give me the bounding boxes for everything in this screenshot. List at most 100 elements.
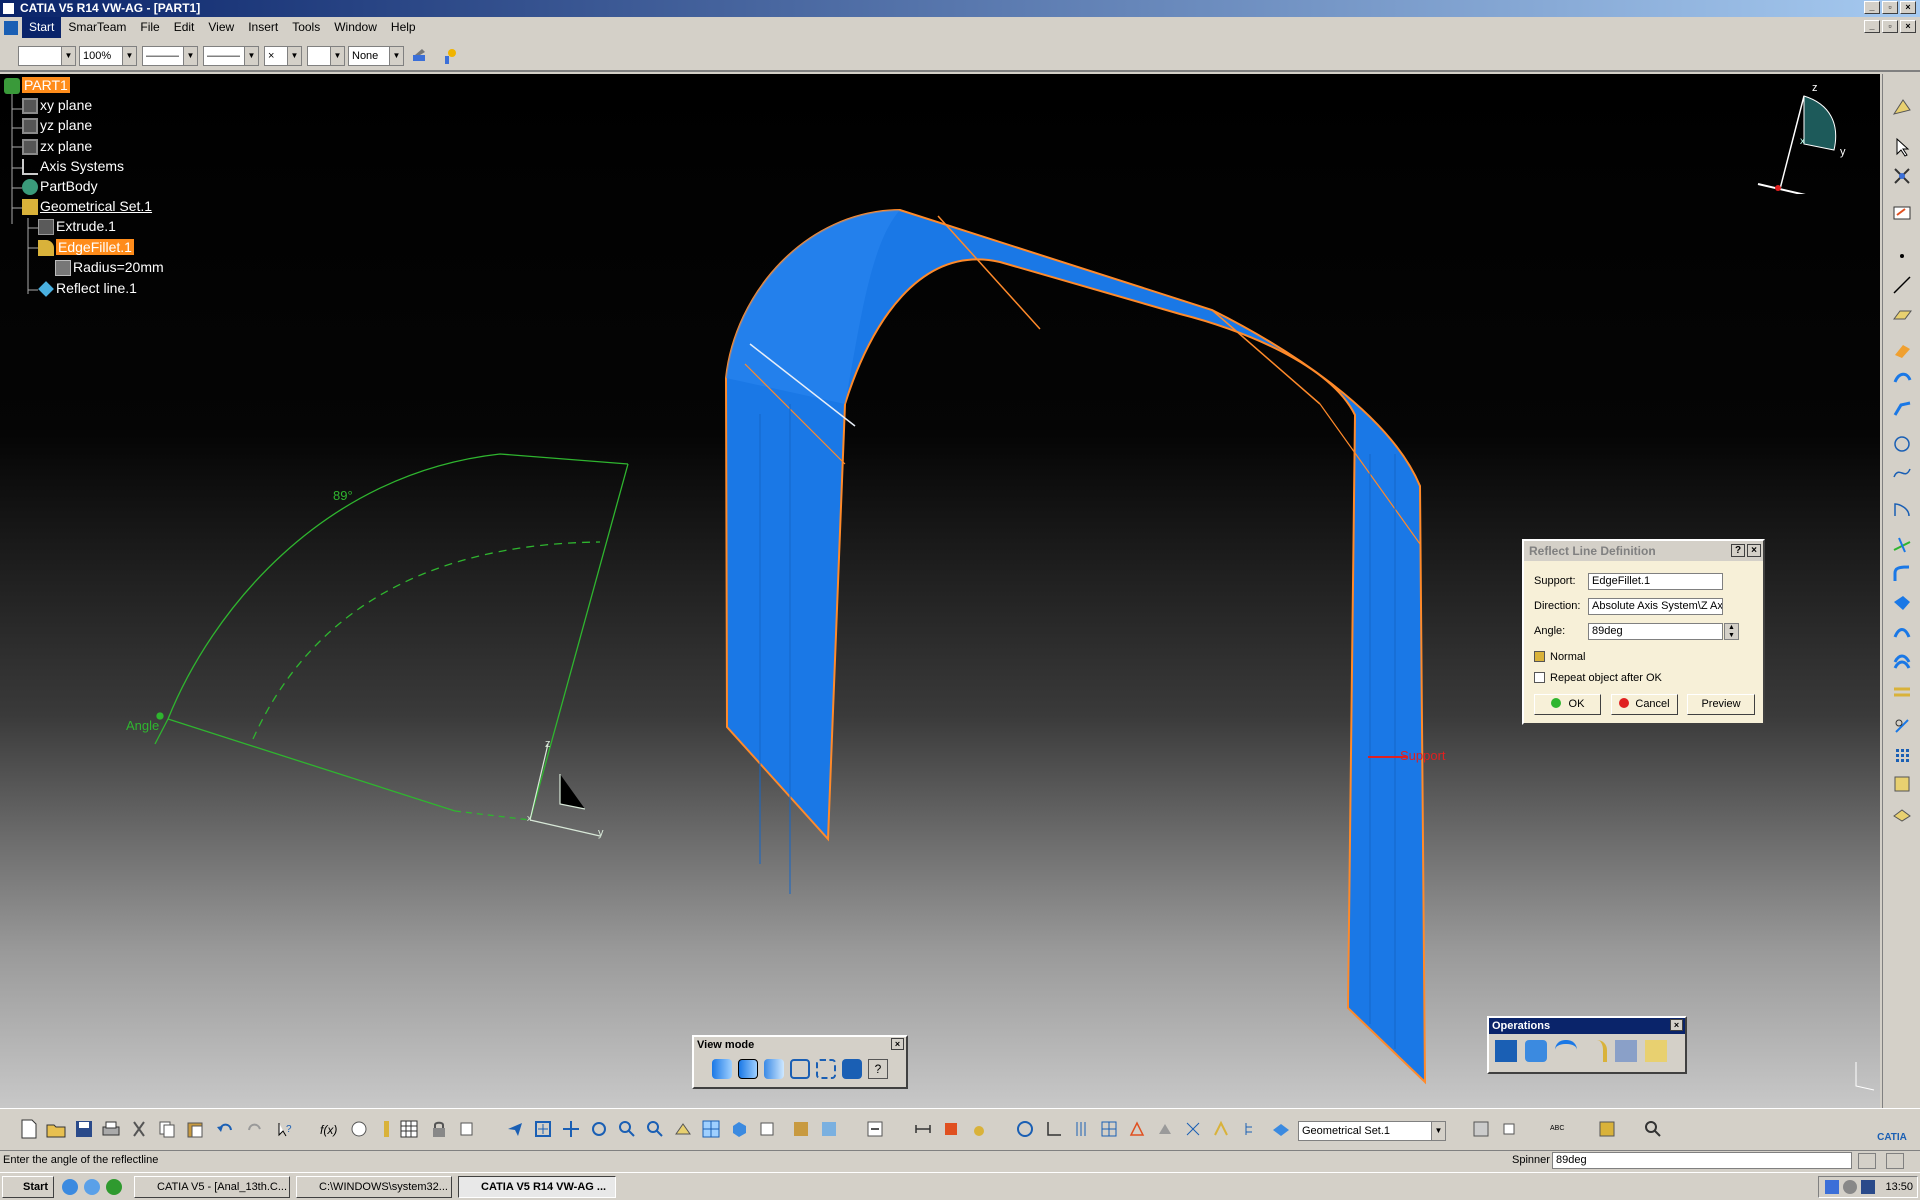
axis-system-tool-icon[interactable] (1042, 1118, 1064, 1140)
quick-launch-explorer-icon[interactable] (84, 1179, 100, 1195)
extrapolate-icon[interactable] (1645, 1040, 1667, 1062)
quick-launch-media-icon[interactable] (106, 1179, 122, 1195)
apply-material-icon[interactable] (1014, 1118, 1036, 1140)
plane-tool-icon[interactable] (1889, 301, 1915, 327)
angle-field[interactable]: 89deg (1588, 623, 1723, 640)
print-icon[interactable] (100, 1118, 122, 1140)
menu-tools[interactable]: Tools (285, 17, 327, 38)
measure-inertia-icon[interactable] (968, 1118, 990, 1140)
normal-checkbox[interactable] (1534, 651, 1545, 662)
wireframe-icon[interactable] (790, 1059, 810, 1079)
tree-node-radius[interactable]: Radius=20mm (55, 258, 164, 277)
tree-node-reflect-line[interactable]: Reflect line.1 (38, 279, 137, 298)
zoom-out-icon[interactable] (644, 1118, 666, 1140)
angle-spinner[interactable]: ▲ ▼ (1724, 623, 1739, 640)
split-tool-icon[interactable] (1889, 648, 1915, 674)
ok-button[interactable]: OK (1534, 694, 1601, 715)
line-icon[interactable] (1889, 272, 1915, 298)
transparency-combo[interactable]: 100% ▼ (79, 46, 137, 66)
cut-icon[interactable] (128, 1118, 150, 1140)
swap-visible-icon[interactable] (864, 1118, 886, 1140)
cancel-button[interactable]: Cancel (1611, 694, 1678, 715)
fill-color-combo[interactable]: ▼ (18, 46, 76, 66)
tree-node-axis-systems[interactable]: Axis Systems (22, 157, 124, 176)
shading-hidden-icon[interactable] (764, 1059, 784, 1079)
menu-view[interactable]: View (201, 17, 241, 38)
menu-insert[interactable]: Insert (241, 17, 285, 38)
offset-tool-icon[interactable] (1889, 677, 1915, 703)
operations-close-button[interactable]: × (1670, 1019, 1683, 1031)
scan-tree-icon[interactable] (1238, 1118, 1260, 1140)
annotation-icon[interactable] (1210, 1118, 1232, 1140)
sweep-tool-icon[interactable] (1889, 395, 1915, 421)
paste-icon[interactable] (184, 1118, 206, 1140)
status-toggle-icon[interactable] (1858, 1153, 1876, 1169)
menu-window[interactable]: Window (327, 17, 384, 38)
revolve-tool-icon[interactable] (1889, 366, 1915, 392)
repeat-checkbox[interactable] (1534, 672, 1545, 683)
support-field[interactable]: EdgeFillet.1 (1588, 573, 1723, 590)
material-icon[interactable] (842, 1059, 862, 1079)
product-tool-icon[interactable] (1498, 1118, 1520, 1140)
menu-edit[interactable]: Edit (167, 17, 202, 38)
iso-view-icon[interactable] (728, 1118, 750, 1140)
formula-icon[interactable]: f(x) (318, 1118, 340, 1140)
insert-part-icon[interactable] (1470, 1118, 1492, 1140)
dialog-help-button[interactable]: ? (1731, 544, 1745, 557)
fillet-tool-icon[interactable] (1889, 561, 1915, 587)
doc-restore-button[interactable]: ▫ (1882, 20, 1898, 33)
menu-start[interactable]: Start (22, 17, 62, 38)
fillet-icon[interactable] (1555, 1040, 1577, 1062)
menu-file[interactable]: File (133, 17, 166, 38)
select-arrow-icon[interactable] (1889, 134, 1915, 160)
painter-icon[interactable] (410, 46, 430, 66)
tree-node-xy-plane[interactable]: xy plane (22, 96, 92, 115)
define-in-work-object-icon[interactable] (1270, 1118, 1292, 1140)
tree-node-zx-plane[interactable]: zx plane (22, 137, 92, 156)
start-button[interactable]: Start (2, 1176, 54, 1198)
ruler-icon[interactable] (376, 1118, 398, 1140)
shading-edges-icon[interactable] (738, 1059, 758, 1079)
save-icon[interactable] (73, 1118, 95, 1140)
pan-icon[interactable] (560, 1118, 582, 1140)
rendering-style-combo[interactable]: ▼ (307, 46, 345, 66)
tree-node-extrude[interactable]: Extrude.1 (38, 217, 116, 236)
blend-tool-icon[interactable] (1889, 590, 1915, 616)
edgefillet-surface[interactable] (724, 208, 1427, 1085)
undo-icon[interactable] (214, 1118, 236, 1140)
pattern-tool-icon[interactable] (1889, 742, 1915, 768)
join-icon[interactable] (1495, 1040, 1517, 1062)
spell-check-icon[interactable]: ABC (1548, 1118, 1570, 1140)
taskbar-item-cmd[interactable]: C:\WINDOWS\system32... (296, 1176, 452, 1198)
transform-icon[interactable] (1615, 1040, 1637, 1062)
view-mode-close-button[interactable]: × (891, 1038, 904, 1050)
split-icon[interactable] (1525, 1040, 1547, 1062)
multi-select-icon[interactable] (1889, 163, 1915, 189)
geometrical-set-combo[interactable]: Geometrical Set.1 ▼ (1298, 1121, 1446, 1141)
fit-all-icon[interactable] (532, 1118, 554, 1140)
tree-node-part1[interactable]: PART1 (4, 76, 70, 95)
spinner-input[interactable]: 89deg (1552, 1152, 1852, 1169)
catia-app-icon[interactable] (2, 2, 15, 15)
analysis-tool-icon[interactable] (1889, 800, 1915, 826)
tree-node-geoset[interactable]: Geometrical Set.1 (22, 197, 152, 216)
line-thickness-combo[interactable]: ——— ▼ (142, 46, 198, 66)
zoom-in-icon[interactable] (616, 1118, 638, 1140)
trim-icon[interactable] (1585, 1040, 1607, 1062)
fly-mode-icon[interactable] (504, 1118, 526, 1140)
knowledge-advisor-icon[interactable] (348, 1118, 370, 1140)
corner-tool-icon[interactable] (1889, 496, 1915, 522)
reflect-line-tool-icon[interactable] (1889, 532, 1915, 558)
tree-node-edgefillet[interactable]: EdgeFillet.1 (38, 238, 134, 257)
dialog-close-button[interactable]: × (1747, 544, 1761, 557)
tree-node-partbody[interactable]: PartBody (22, 177, 98, 196)
rotate-icon[interactable] (588, 1118, 610, 1140)
new-icon[interactable] (18, 1118, 40, 1140)
sketch-analysis-icon[interactable] (1126, 1118, 1148, 1140)
hidden-lines-icon[interactable] (816, 1059, 836, 1079)
quick-launch-ie-icon[interactable] (62, 1179, 78, 1195)
feature-tool-icon[interactable] (1154, 1118, 1176, 1140)
table-icon[interactable] (398, 1118, 420, 1140)
join-tool-icon[interactable] (1889, 619, 1915, 645)
extrude-tool-icon[interactable] (1889, 337, 1915, 363)
